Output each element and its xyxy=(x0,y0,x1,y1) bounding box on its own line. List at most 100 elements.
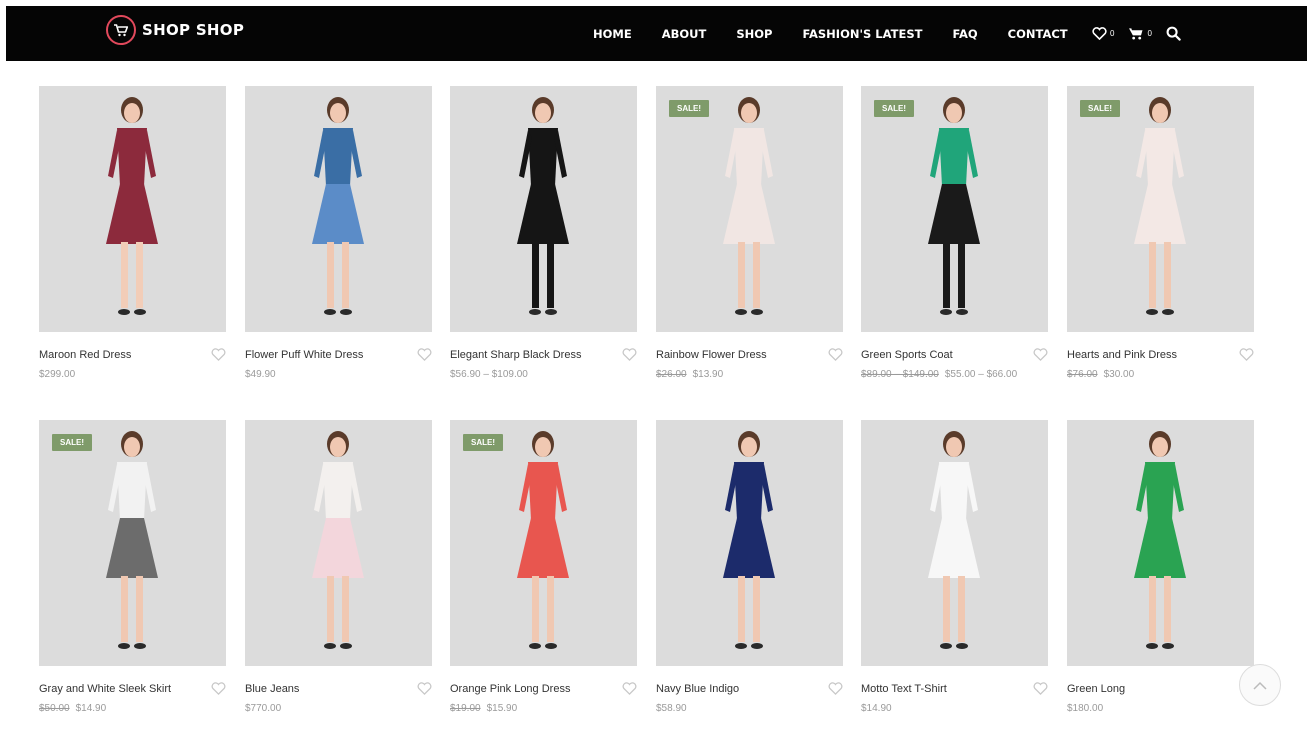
product-name[interactable]: Flower Puff White Dress xyxy=(245,349,363,361)
product-price: $50.00 $14.90 xyxy=(39,703,106,714)
product-name[interactable]: Elegant Sharp Black Dress xyxy=(450,349,581,361)
product-current-price: $30.00 xyxy=(1103,369,1135,380)
add-to-wishlist-button[interactable] xyxy=(1033,682,1048,700)
model-figure xyxy=(517,97,569,315)
product-old-price: $19.00 xyxy=(450,703,481,714)
product-price: $180.00 xyxy=(1067,703,1103,714)
model-figure xyxy=(106,97,158,315)
product-current-price: $13.90 xyxy=(692,369,724,380)
product-info: Maroon Red Dress $299.00 xyxy=(39,332,226,382)
add-to-wishlist-button[interactable] xyxy=(417,348,432,366)
search-button[interactable] xyxy=(1166,26,1181,41)
add-to-wishlist-button[interactable] xyxy=(622,348,637,366)
nav-about[interactable]: ABOUT xyxy=(662,27,707,41)
product-image[interactable]: SALE! xyxy=(656,86,843,332)
model-figure xyxy=(1134,431,1186,649)
product-old-price: $26.00 xyxy=(656,369,687,380)
product-card[interactable]: Navy Blue Indigo $58.90 xyxy=(656,420,843,716)
model-figure xyxy=(723,431,775,649)
cart-logo-icon xyxy=(106,15,136,45)
product-card[interactable]: Flower Puff White Dress $49.90 xyxy=(245,86,432,382)
product-image[interactable]: SALE! xyxy=(1067,86,1254,332)
product-info: Hearts and Pink Dress $76.00 $30.00 xyxy=(1067,332,1254,382)
scroll-to-top-button[interactable] xyxy=(1239,664,1281,706)
product-old-price: $50.00 xyxy=(39,703,70,714)
heart-icon xyxy=(622,348,637,361)
product-info: Flower Puff White Dress $49.90 xyxy=(245,332,432,382)
product-name[interactable]: Rainbow Flower Dress xyxy=(656,349,767,361)
model-figure xyxy=(312,97,364,315)
model-figure xyxy=(723,97,775,315)
model-figure xyxy=(928,431,980,649)
sale-badge: SALE! xyxy=(52,434,92,451)
product-image[interactable]: SALE! xyxy=(861,86,1048,332)
add-to-wishlist-button[interactable] xyxy=(622,682,637,700)
product-image[interactable] xyxy=(656,420,843,666)
search-icon xyxy=(1166,26,1181,41)
product-old-price: $89.00 – $149.00 xyxy=(861,369,939,380)
product-name[interactable]: Orange Pink Long Dress xyxy=(450,683,570,695)
product-card[interactable]: SALE! Rainbow Flower Dress $26.00 $13.90 xyxy=(656,86,843,382)
nav-fashions-latest[interactable]: FASHION'S LATEST xyxy=(802,27,922,41)
heart-icon xyxy=(828,682,843,695)
product-current-price: $55.00 – $66.00 xyxy=(944,369,1018,380)
add-to-wishlist-button[interactable] xyxy=(1033,348,1048,366)
product-card[interactable]: Green Long $180.00 xyxy=(1067,420,1254,716)
product-card[interactable]: Blue Jeans $770.00 xyxy=(245,420,432,716)
nav-faq[interactable]: FAQ xyxy=(952,27,977,41)
add-to-wishlist-button[interactable] xyxy=(1239,348,1254,366)
product-info: Orange Pink Long Dress $19.00 $15.90 xyxy=(450,666,637,716)
heart-icon xyxy=(1033,682,1048,695)
cart-button[interactable]: 0 xyxy=(1128,27,1152,40)
product-image[interactable]: SALE! xyxy=(450,420,637,666)
product-name[interactable]: Navy Blue Indigo xyxy=(656,683,739,695)
product-name[interactable]: Gray and White Sleek Skirt xyxy=(39,683,171,695)
product-current-price: $14.90 xyxy=(75,703,107,714)
product-card[interactable]: Elegant Sharp Black Dress $56.90 – $109.0… xyxy=(450,86,637,382)
add-to-wishlist-button[interactable] xyxy=(211,348,226,366)
product-card[interactable]: SALE! Orange Pink Long Dress $19.00 $15.90 xyxy=(450,420,637,716)
add-to-wishlist-button[interactable] xyxy=(417,682,432,700)
product-name[interactable]: Motto Text T-Shirt xyxy=(861,683,947,695)
product-name[interactable]: Green Long xyxy=(1067,683,1125,695)
product-image[interactable] xyxy=(39,86,226,332)
product-image[interactable] xyxy=(1067,420,1254,666)
product-price: $19.00 $15.90 xyxy=(450,703,517,714)
add-to-wishlist-button[interactable] xyxy=(828,682,843,700)
product-card[interactable]: Maroon Red Dress $299.00 xyxy=(39,86,226,382)
sale-badge: SALE! xyxy=(1080,100,1120,117)
sale-badge: SALE! xyxy=(463,434,503,451)
nav-contact[interactable]: CONTACT xyxy=(1008,27,1068,41)
logo[interactable]: SHOP SHOP xyxy=(106,15,244,45)
product-current-price: $180.00 xyxy=(1067,703,1104,714)
product-image[interactable] xyxy=(861,420,1048,666)
product-image[interactable]: SALE! xyxy=(39,420,226,666)
product-card[interactable]: SALE! Green Sports Coat $89.00 – $149.00 $5… xyxy=(861,86,1048,382)
product-image[interactable] xyxy=(450,86,637,332)
product-name[interactable]: Blue Jeans xyxy=(245,683,299,695)
product-name[interactable]: Hearts and Pink Dress xyxy=(1067,349,1177,361)
model-figure xyxy=(106,431,158,649)
product-image[interactable] xyxy=(245,420,432,666)
wishlist-button[interactable]: 0 xyxy=(1092,27,1114,40)
sale-badge: SALE! xyxy=(669,100,709,117)
product-info: Elegant Sharp Black Dress $56.90 – $109.0… xyxy=(450,332,637,382)
nav-shop[interactable]: SHOP xyxy=(736,27,772,41)
add-to-wishlist-button[interactable] xyxy=(828,348,843,366)
product-card[interactable]: SALE! Hearts and Pink Dress $76.00 $30.00 xyxy=(1067,86,1254,382)
product-card[interactable]: SALE! Gray and White Sleek Skirt $50.00 $14… xyxy=(39,420,226,716)
product-old-price: $76.00 xyxy=(1067,369,1098,380)
product-price: $89.00 – $149.00 $55.00 – $66.00 xyxy=(861,369,1017,380)
add-to-wishlist-button[interactable] xyxy=(211,682,226,700)
heart-icon xyxy=(828,348,843,361)
cart-icon xyxy=(1129,28,1143,40)
product-name[interactable]: Green Sports Coat xyxy=(861,349,953,361)
nav-home[interactable]: HOME xyxy=(593,27,632,41)
product-card[interactable]: Motto Text T-Shirt $14.90 xyxy=(861,420,1048,716)
product-price: $56.90 – $109.00 xyxy=(450,369,528,380)
logo-text: SHOP SHOP xyxy=(142,21,245,39)
product-info: Motto Text T-Shirt $14.90 xyxy=(861,666,1048,716)
product-image[interactable] xyxy=(245,86,432,332)
product-name[interactable]: Maroon Red Dress xyxy=(39,349,131,361)
product-info: Blue Jeans $770.00 xyxy=(245,666,432,716)
